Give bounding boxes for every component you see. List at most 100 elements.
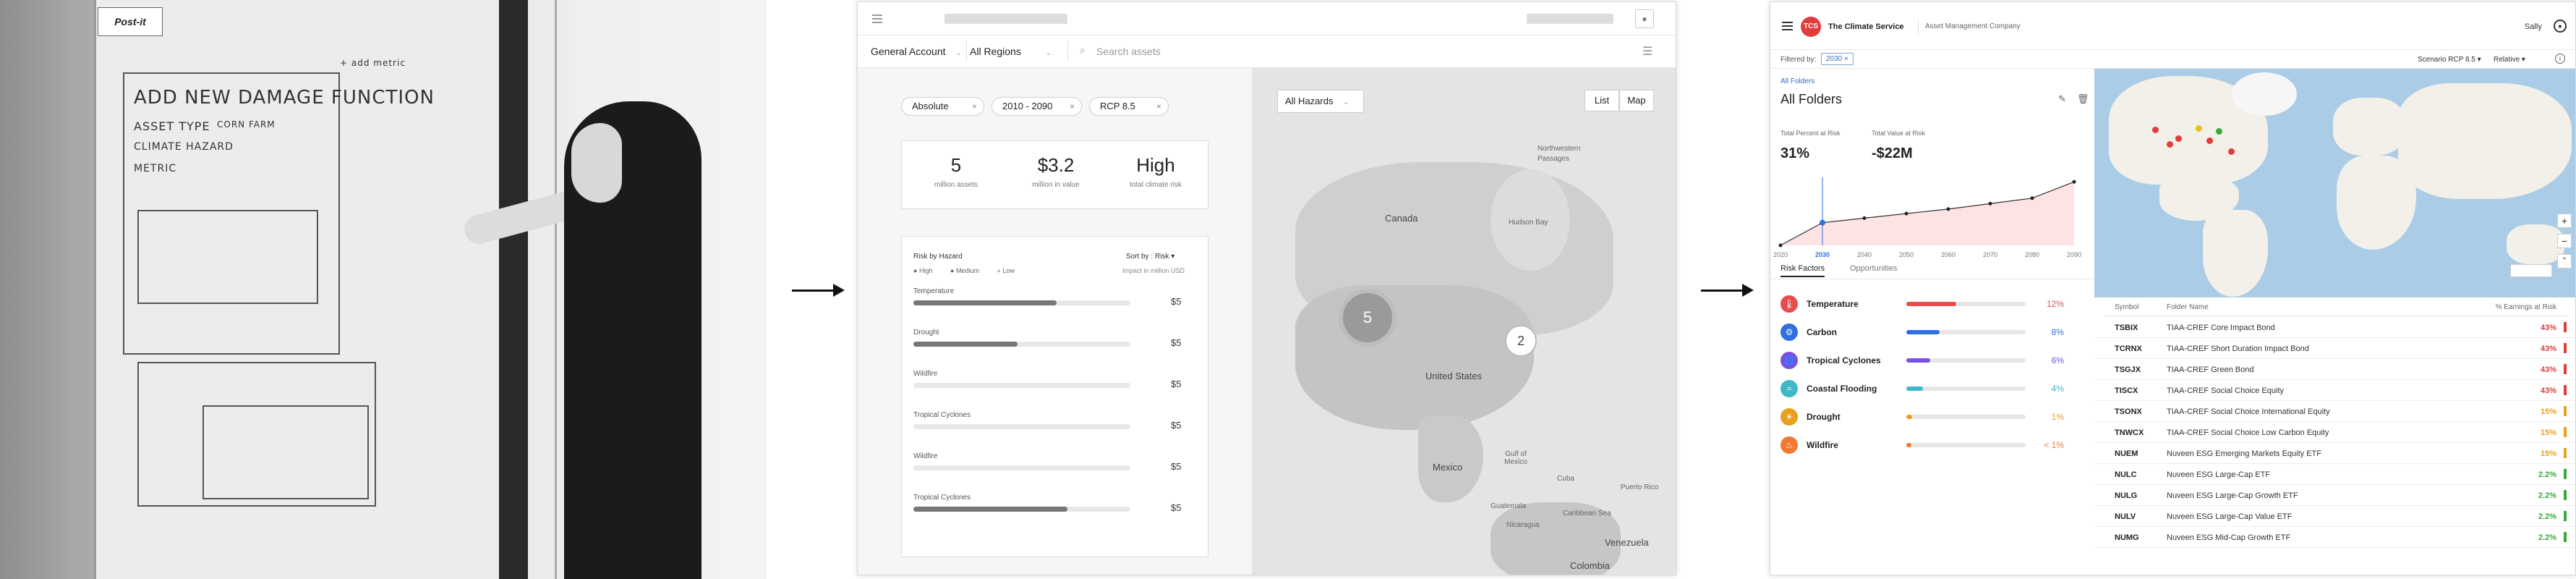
breadcrumb[interactable]: All Folders [1780, 77, 1814, 85]
close-icon[interactable]: × [1156, 98, 1161, 115]
close-icon[interactable]: × [972, 98, 977, 115]
row-value: 43% [2540, 365, 2556, 374]
zoom-out-button[interactable]: − [2557, 234, 2572, 248]
filter-chip[interactable]: RCP 8.5 × [1089, 97, 1169, 116]
map-pin[interactable] [2175, 135, 2182, 142]
row-name: Nuveen ESG Large-Cap Growth ETF [2167, 491, 2298, 500]
map-button[interactable]: Map [1619, 90, 1654, 111]
row-name: TIAA-CREF Social Choice International Eq… [2167, 407, 2330, 416]
filter-icon[interactable]: ☰ [1642, 44, 1652, 59]
table-row[interactable]: NULG Nuveen ESG Large-Cap Growth ETF 2.2% [2094, 486, 2575, 506]
table-row[interactable]: TSONX TIAA-CREF Social Choice Internation… [2094, 402, 2575, 422]
mode-select[interactable]: Relative ▾ [2494, 56, 2525, 64]
row-indicator [2564, 532, 2567, 542]
table-row[interactable]: TISCX TIAA-CREF Social Choice Equity 43% [2094, 381, 2575, 401]
label-us: United States [1425, 371, 1483, 381]
risk-factor-row[interactable]: ♨ Wildfire < 1% [1770, 431, 2094, 457]
hamburger-icon[interactable] [872, 14, 882, 23]
wireframe-screen: ● General Account ⌄ All Regions ⌄ ⌕ Sear… [857, 1, 1676, 575]
world-map[interactable]: + − ⌃ [2094, 69, 2575, 297]
close-icon[interactable]: × [1070, 98, 1075, 115]
map-layers-icon[interactable] [2510, 264, 2552, 277]
hazard-bar [913, 383, 1130, 388]
chevron-down-icon: ⌄ [1045, 49, 1052, 57]
col-name[interactable]: Folder Name [2167, 303, 2209, 311]
risk-factor-bar [1906, 302, 2026, 306]
col-symbol[interactable]: Symbol [2115, 303, 2138, 311]
table-row[interactable]: TSGJX TIAA-CREF Green Bond 43% [2094, 360, 2575, 380]
user-name[interactable]: Sally [2525, 22, 2542, 31]
row-symbol: TSONX [2115, 407, 2142, 416]
thermometer-icon: 🌡 [1780, 295, 1798, 313]
label-venezuela: Venezuela [1605, 537, 1649, 548]
hamburger-icon[interactable] [1782, 22, 1793, 30]
map-pin[interactable] [2152, 127, 2159, 133]
row-value: 2.2% [2538, 470, 2556, 479]
hazard-name: Tropical Cyclones [913, 411, 971, 419]
account-select[interactable]: General Account ⌄ [871, 46, 962, 57]
user-icon[interactable]: ● [2554, 20, 2567, 33]
hazard-name: Wildfire [913, 370, 938, 378]
hazard-value: $5 [1171, 296, 1182, 307]
chart-point [1778, 243, 1783, 248]
tab-opportunities[interactable]: Opportunities [1850, 264, 1897, 273]
map-pin[interactable] [2196, 125, 2202, 132]
collapse-icon[interactable]: ⌃ [2557, 254, 2572, 269]
risk-factor-row[interactable]: 🌡 Temperature 12% [1770, 290, 2094, 316]
map-pin[interactable] [2228, 148, 2235, 155]
filter-chip-2030[interactable]: 2030 × [1821, 53, 1854, 65]
map-pin[interactable] [2206, 138, 2213, 144]
wire-summary-panel: Absolute × 2010 - 2090 × RCP 8.5 × 5 million a… [858, 68, 1252, 575]
risk-factor-row[interactable]: 🌀 Tropical Cyclones 6% [1770, 347, 2094, 373]
search-input[interactable]: Search assets [1096, 46, 1161, 57]
flame-icon: ♨ [1780, 436, 1798, 454]
info-icon[interactable]: i [2555, 54, 2565, 64]
filter-chip[interactable]: 2010 - 2090 × [991, 97, 1082, 116]
risk-factor-name: Drought [1807, 412, 1841, 422]
map-pin[interactable] [2167, 141, 2173, 148]
risk-factor-row[interactable]: ⚙ Carbon 8% [1770, 318, 2094, 345]
table-row[interactable]: TCRNX TIAA-CREF Short Duration Impact Bon… [2094, 339, 2575, 359]
filter-chip[interactable]: Absolute × [901, 97, 984, 116]
table-row[interactable]: TNWCX TIAA-CREF Social Choice Low Carbon … [2094, 423, 2575, 443]
row-indicator [2564, 364, 2567, 374]
chart-point [1946, 207, 1950, 211]
row-value: 43% [2540, 345, 2556, 353]
chart-tick-label: 2070 [1983, 251, 1997, 258]
sort-select[interactable]: Sort by : Risk ▾ [1126, 253, 1174, 261]
hazard-name: Temperature [913, 287, 955, 295]
col-earnings[interactable]: % Earnings at Risk [2496, 303, 2556, 311]
row-value: 2.2% [2538, 512, 2556, 521]
edit-icon[interactable]: ✎ [2058, 93, 2066, 105]
wire-map[interactable]: All Hazards ⌄ List Map 5 2 Canada Hudson… [1252, 68, 1676, 575]
chart-point [1988, 201, 1992, 206]
table-row[interactable]: TSBIX TIAA-CREF Core Impact Bond 43% [2094, 318, 2575, 338]
cluster-large[interactable]: 5 [1339, 289, 1396, 347]
risk-factor-row[interactable]: ☀ Drought 1% [1770, 403, 2094, 429]
scenario-select[interactable]: Scenario RCP 8.5 ▾ [2418, 56, 2481, 64]
hazard-select[interactable]: All Hazards ⌄ [1277, 90, 1364, 113]
brand-name: The Climate Service [1828, 22, 1904, 31]
row-symbol: NULG [2115, 491, 2138, 500]
table-row[interactable]: NUEM Nuveen ESG Emerging Markets Equity E… [2094, 444, 2575, 464]
map-pin[interactable] [2216, 128, 2222, 135]
wire-filter-bar: General Account ⌄ All Regions ⌄ ⌕ Search… [858, 35, 1676, 68]
zoom-in-button[interactable]: + [2557, 214, 2572, 228]
risk-trend-chart[interactable]: 2020 2030 2040 2050 2060 2070 2080 2090 [1770, 170, 2094, 264]
user-icon[interactable]: ● [1635, 9, 1654, 28]
table-row[interactable]: NULV Nuveen ESG Large-Cap Value ETF 2.2% [2094, 507, 2575, 527]
regions-select[interactable]: All Regions ⌄ [970, 46, 1064, 57]
trash-icon[interactable]: 🗑 [2077, 93, 2089, 105]
tcs-logo[interactable]: TCS [1801, 17, 1821, 37]
risk-factor-row[interactable]: ≈ Coastal Flooding 4% [1770, 375, 2094, 401]
tab-risk-factors[interactable]: Risk Factors [1780, 264, 1825, 277]
row-symbol: NULV [2115, 512, 2136, 521]
table-row[interactable]: NULC Nuveen ESG Large-Cap ETF 2.2% [2094, 465, 2575, 485]
risk-factor-bar [1906, 443, 2026, 447]
hazard-value: $5 [1171, 337, 1182, 348]
table-row[interactable]: NUMG Nuveen ESG Mid-Cap Growth ETF 2.2% [2094, 528, 2575, 548]
hazard-value: $5 [1171, 420, 1182, 431]
list-button[interactable]: List [1585, 90, 1619, 111]
cluster-small[interactable]: 2 [1505, 325, 1537, 357]
close-icon[interactable]: × [1844, 55, 1848, 63]
